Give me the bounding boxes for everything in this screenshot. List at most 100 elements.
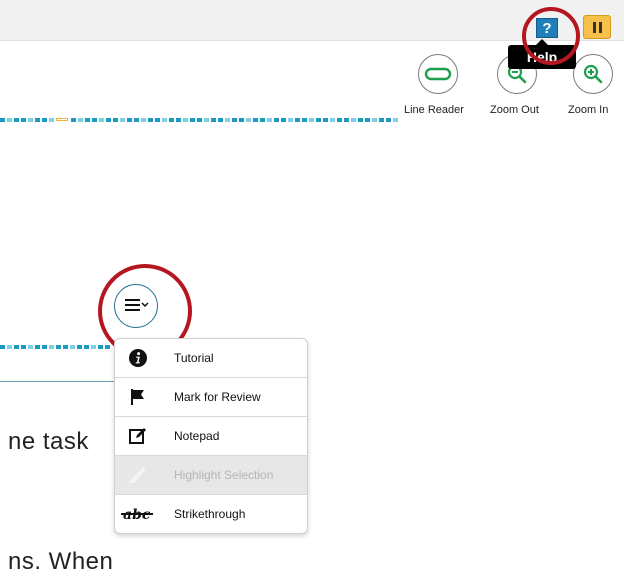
progress-segment xyxy=(351,118,356,122)
line-reader-button[interactable] xyxy=(418,54,458,94)
progress-segment xyxy=(99,118,104,122)
progress-segment xyxy=(232,118,237,122)
menu-item-notepad[interactable]: Notepad xyxy=(115,417,307,456)
progress-segment xyxy=(28,118,33,122)
progress-segment xyxy=(21,345,26,349)
progress-segment xyxy=(148,118,153,122)
progress-segment xyxy=(330,118,335,122)
progress-segment xyxy=(344,118,349,122)
progress-segment xyxy=(379,118,384,122)
highlighter-icon xyxy=(127,465,149,485)
help-callout-circle xyxy=(522,7,580,65)
progress-segment xyxy=(295,118,300,122)
progress-segment xyxy=(98,345,103,349)
progress-segment xyxy=(386,118,391,122)
progress-segment xyxy=(63,345,68,349)
progress-segment xyxy=(393,118,398,122)
progress-segment xyxy=(92,118,97,122)
progress-segment xyxy=(281,118,286,122)
progress-segment xyxy=(260,118,265,122)
menu-item-label: Highlight Selection xyxy=(174,468,274,482)
progress-segment xyxy=(49,118,54,122)
progress-segment xyxy=(70,345,75,349)
progress-segment xyxy=(56,118,68,121)
progress-segment xyxy=(14,118,19,122)
progress-segment xyxy=(218,118,223,122)
menu-item-tutorial[interactable]: Tutorial xyxy=(115,339,307,378)
question-progress-bar xyxy=(0,118,400,122)
progress-segment xyxy=(14,345,19,349)
progress-segment xyxy=(0,118,5,122)
progress-segment xyxy=(91,345,96,349)
progress-segment xyxy=(253,118,258,122)
progress-segment xyxy=(316,118,321,122)
progress-segment xyxy=(134,118,139,122)
pause-button[interactable] xyxy=(583,15,611,39)
progress-segment xyxy=(365,118,370,122)
progress-segment xyxy=(267,118,272,122)
progress-segment xyxy=(288,118,293,122)
progress-segment xyxy=(162,118,167,122)
menu-item-highlight-selection: Highlight Selection xyxy=(115,456,307,495)
progress-segment xyxy=(337,118,342,122)
progress-segment xyxy=(190,118,195,122)
menu-item-label: Strikethrough xyxy=(174,507,246,521)
zoom-out-label: Zoom Out xyxy=(490,104,539,116)
progress-segment xyxy=(120,118,125,122)
notepad-icon xyxy=(127,426,149,446)
progress-segment xyxy=(302,118,307,122)
progress-segment xyxy=(141,118,146,122)
progress-segment xyxy=(49,345,54,349)
line-reader-label: Line Reader xyxy=(404,104,464,116)
progress-segment xyxy=(105,345,110,349)
progress-segment xyxy=(358,118,363,122)
progress-segment xyxy=(246,118,251,122)
passage-text-line: ne task xyxy=(8,428,89,455)
progress-segment xyxy=(78,118,83,122)
progress-segment xyxy=(71,118,76,122)
progress-segment xyxy=(183,118,188,122)
progress-segment xyxy=(169,118,174,122)
progress-segment xyxy=(106,118,111,122)
context-menu: Tutorial Mark for Review Notepad Highlig… xyxy=(114,338,308,534)
progress-segment xyxy=(323,118,328,122)
progress-segment xyxy=(155,118,160,122)
progress-segment xyxy=(204,118,209,122)
progress-segment xyxy=(176,118,181,122)
progress-segment xyxy=(372,118,377,122)
progress-segment xyxy=(274,118,279,122)
menu-item-mark-for-review[interactable]: Mark for Review xyxy=(115,378,307,417)
progress-segment xyxy=(197,118,202,122)
progress-segment xyxy=(225,118,230,122)
menu-item-label: Mark for Review xyxy=(174,390,261,404)
progress-segment xyxy=(239,118,244,122)
progress-segment xyxy=(127,118,132,122)
menu-item-label: Notepad xyxy=(174,429,220,443)
progress-segment xyxy=(35,345,40,349)
progress-segment xyxy=(28,345,33,349)
progress-segment xyxy=(113,118,118,122)
menu-item-strikethrough[interactable]: abc Strikethrough xyxy=(115,495,307,533)
flag-icon xyxy=(127,387,149,407)
progress-segment xyxy=(21,118,26,122)
progress-segment xyxy=(0,345,5,349)
progress-segment xyxy=(56,345,61,349)
passage-text-line: ns. When xyxy=(8,548,114,575)
pause-icon xyxy=(591,21,603,33)
strikethrough-icon: abc xyxy=(121,504,153,524)
progress-segment xyxy=(35,118,40,122)
zoom-in-label: Zoom In xyxy=(568,104,609,116)
progress-segment xyxy=(77,345,82,349)
passage-progress-bar xyxy=(0,345,114,349)
progress-segment xyxy=(84,345,89,349)
info-icon xyxy=(127,348,149,368)
progress-segment xyxy=(42,345,47,349)
progress-segment xyxy=(211,118,216,122)
zoom-in-button[interactable] xyxy=(573,54,613,94)
zoom-in-icon xyxy=(583,64,603,84)
line-reader-icon xyxy=(424,67,452,81)
progress-segment xyxy=(7,118,12,122)
menu-item-label: Tutorial xyxy=(174,351,214,365)
progress-segment xyxy=(85,118,90,122)
progress-segment xyxy=(42,118,47,122)
